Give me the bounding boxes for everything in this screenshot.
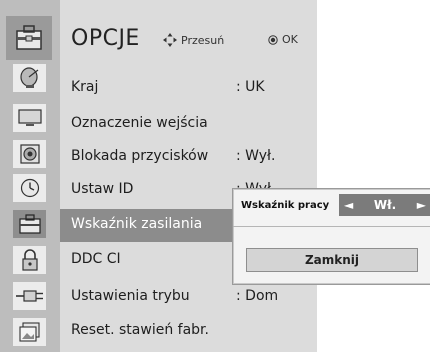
- menu-item-ustawienia-trybu[interactable]: Ustawienia trybu : Dom: [60, 281, 317, 314]
- options-menu-panel: OPCJE Przesuń OK Kraj: UK Oznaczenie we…: [0, 0, 317, 352]
- popup-value-text: Wł.: [373, 198, 397, 212]
- menu-item-label: Oznaczenie wejścia: [71, 115, 208, 131]
- page-title: OPCJE: [71, 26, 140, 51]
- ok-hint-label: OK: [282, 33, 298, 46]
- power-indicator-popup: Wskaźnik pracy ◄ Wł. ► Zamknij: [232, 188, 430, 285]
- popup-divider: [233, 226, 430, 227]
- menu-item-label: DDC CI: [71, 251, 121, 267]
- menu-item-reset-ustawien-fabr[interactable]: Reset. stawień fabr.: [60, 315, 317, 348]
- monitor-icon[interactable]: [13, 104, 46, 132]
- menu-item-value: : Dom: [236, 288, 279, 304]
- satellite-dish-icon[interactable]: [13, 64, 46, 92]
- menu-item-kraj[interactable]: Kraj : UK: [60, 72, 317, 105]
- dpad-icon: [163, 33, 177, 47]
- menu-item-label: Kraj: [71, 79, 99, 95]
- arrow-left-icon[interactable]: ◄: [344, 198, 353, 212]
- popup-value-selector[interactable]: ◄ Wł. ►: [339, 194, 430, 216]
- toolbox-icon: [6, 16, 52, 60]
- nav-hint: Przesuń: [163, 33, 224, 47]
- menu-item-value: : Wył.: [236, 148, 276, 164]
- ok-button-icon: [268, 34, 278, 45]
- plug-icon[interactable]: [13, 282, 46, 310]
- popup-setting-label: Wskaźnik pracy: [241, 200, 330, 211]
- menu-item-label: Blokada przycisków: [71, 148, 209, 164]
- menu-item-label: Wskaźnik zasilania: [71, 216, 203, 232]
- toolbox-icon[interactable]: [13, 210, 46, 238]
- menu-item-value: : UK: [236, 79, 265, 95]
- menu-item-oznaczenie-wejscia[interactable]: Oznaczenie wejścia: [60, 108, 317, 141]
- lock-icon[interactable]: [13, 246, 46, 274]
- menu-item-blokada-przyciskow[interactable]: Blokada przycisków : Wył.: [60, 141, 317, 174]
- photos-icon[interactable]: [13, 318, 46, 346]
- clock-icon[interactable]: [13, 174, 46, 202]
- speaker-icon[interactable]: [13, 140, 46, 168]
- arrow-right-icon[interactable]: ►: [417, 198, 426, 212]
- menu-item-label: Ustaw ID: [71, 181, 134, 197]
- ok-hint: OK: [268, 33, 298, 46]
- nav-hint-label: Przesuń: [181, 33, 225, 47]
- menu-item-label: Reset. stawień fabr.: [71, 322, 209, 338]
- close-button[interactable]: Zamknij: [246, 248, 418, 272]
- menu-item-label: Ustawienia trybu: [71, 288, 190, 304]
